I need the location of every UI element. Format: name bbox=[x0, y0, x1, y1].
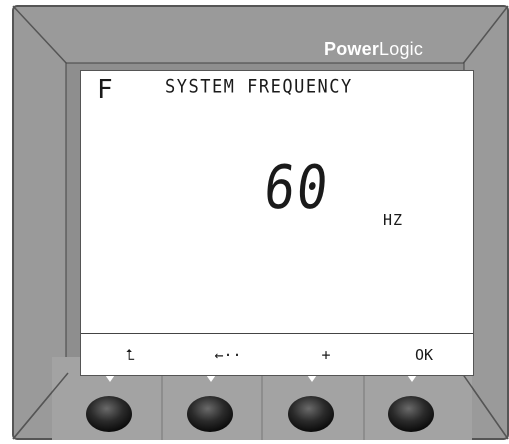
screen-title: SYSTEM FREQUENCY bbox=[165, 76, 353, 98]
brand-logo-bold: Power bbox=[324, 39, 380, 59]
frequency-unit: HZ bbox=[383, 211, 404, 229]
hardware-button-2[interactable] bbox=[187, 396, 233, 432]
frequency-reading: 60 bbox=[260, 153, 333, 223]
softkey-left-label: ←·· bbox=[214, 346, 242, 364]
softkey-labels: ⮤ ←·· + OK bbox=[81, 333, 473, 376]
brand-logo: PowerLogic bbox=[324, 39, 423, 60]
meter-faceplate: PowerLogic F SYSTEM FREQUENCY 60 HZ ⮤ ←·… bbox=[12, 5, 509, 440]
hardware-button-1[interactable] bbox=[86, 396, 132, 432]
screen-code: F bbox=[97, 75, 113, 105]
softkey-ok-label: OK bbox=[414, 346, 434, 364]
hardware-button-4[interactable] bbox=[388, 396, 434, 432]
softkey-plus-label: + bbox=[321, 346, 331, 364]
softkey-up-level-label: ⮤ bbox=[125, 346, 135, 364]
lcd-screen: F SYSTEM FREQUENCY 60 HZ ⮤ ←·· + OK bbox=[80, 70, 474, 376]
brand-logo-light: Logic bbox=[379, 39, 424, 59]
hardware-button-3[interactable] bbox=[288, 396, 334, 432]
